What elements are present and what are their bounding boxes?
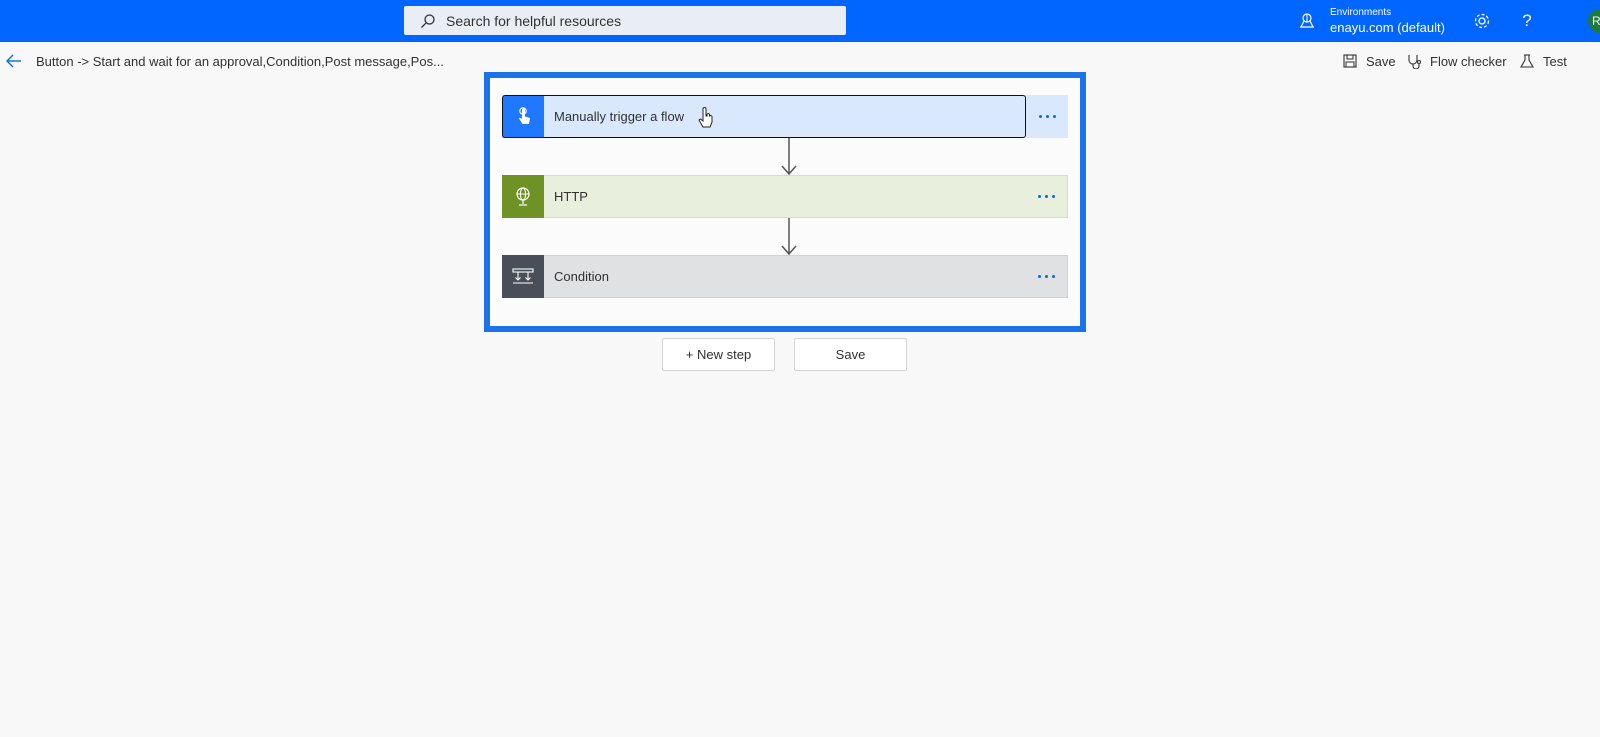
step-card-trigger[interactable]: Manually trigger a flow — [502, 95, 1068, 138]
search-icon — [420, 13, 436, 29]
environment-label: Environments — [1330, 6, 1392, 18]
more-dots-icon — [1038, 115, 1056, 118]
flow-canvas: Manually trigger a flow HTTP Condition — [484, 72, 1086, 332]
step-label-http: HTTP — [554, 189, 588, 204]
search-box[interactable]: Search for helpful resources — [404, 6, 846, 35]
connector-arrow — [781, 218, 797, 256]
connector-arrow — [781, 138, 797, 176]
flask-icon — [1520, 54, 1534, 68]
hand-cursor-icon — [698, 107, 713, 128]
environment-name: enayu.com (default) — [1330, 19, 1445, 35]
environment-icon — [1298, 12, 1316, 30]
test-button[interactable]: Test — [1519, 51, 1567, 71]
more-dots-icon — [1037, 195, 1055, 198]
test-label: Test — [1543, 53, 1567, 69]
search-placeholder: Search for helpful resources — [446, 12, 622, 29]
flow-title-breadcrumb: Button -> Start and wait for an approval… — [36, 54, 444, 69]
step-label-condition: Condition — [554, 269, 609, 284]
condition-icon — [502, 255, 544, 298]
globe-icon — [502, 175, 544, 218]
flow-checker-button[interactable]: Flow checker — [1406, 51, 1507, 71]
step-card-http[interactable]: HTTP — [502, 175, 1068, 218]
save-button[interactable]: Save — [794, 338, 907, 371]
flow-checker-label: Flow checker — [1430, 53, 1507, 69]
gear-icon[interactable] — [1472, 11, 1492, 31]
more-dots-icon — [1037, 275, 1055, 278]
avatar[interactable]: R — [1588, 9, 1600, 33]
touch-hand-icon — [502, 95, 544, 138]
save-command-label: Save — [1366, 53, 1396, 69]
new-step-button[interactable]: + New step — [662, 338, 775, 371]
step-more-menu-trigger[interactable] — [1026, 95, 1068, 138]
back-arrow-icon[interactable] — [4, 51, 24, 71]
step-label-trigger: Manually trigger a flow — [544, 95, 1026, 138]
step-card-condition[interactable]: Condition — [502, 255, 1068, 298]
top-bar: Search for helpful resources Environment… — [0, 0, 1600, 42]
stethoscope-icon — [1408, 55, 1421, 69]
step-more-menu-http[interactable] — [1025, 176, 1067, 217]
question-icon[interactable]: ? — [1517, 11, 1537, 31]
step-more-menu-condition[interactable] — [1025, 256, 1067, 297]
save-icon — [1343, 54, 1357, 68]
save-command-button[interactable]: Save — [1342, 51, 1396, 71]
environment-picker[interactable]: Environments enayu.com (default) — [1298, 4, 1445, 38]
